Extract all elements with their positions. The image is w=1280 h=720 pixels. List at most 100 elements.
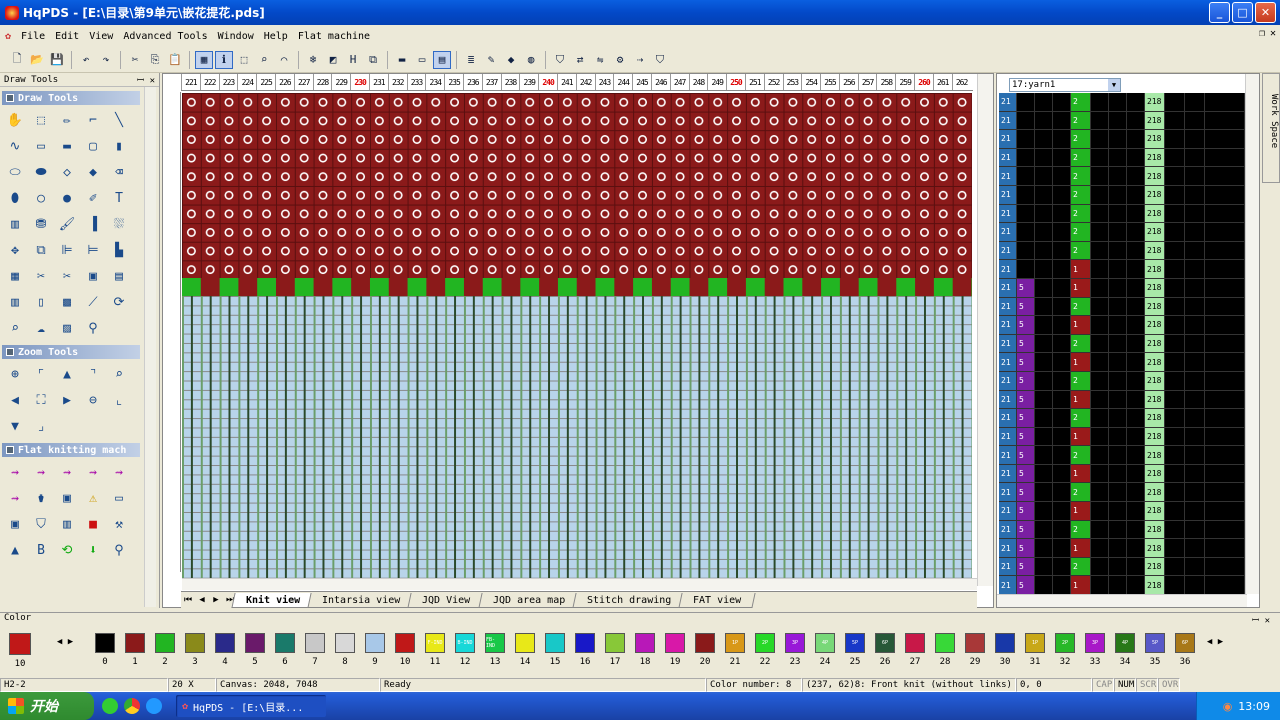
yarn-cell[interactable] [1127, 390, 1145, 410]
yarn-cell[interactable] [1035, 278, 1053, 298]
yarn-cell[interactable] [1053, 185, 1071, 205]
yarn-cell[interactable] [1035, 185, 1053, 205]
yarn-cell[interactable] [1185, 427, 1205, 447]
yarn-cell[interactable] [1185, 390, 1205, 410]
yarn-cell[interactable] [1035, 483, 1053, 503]
arrow-up-icon[interactable]: ▲ [54, 361, 80, 387]
yarn-cell[interactable] [1053, 334, 1071, 354]
yarn-cell[interactable] [1053, 111, 1071, 131]
yarn-cell[interactable]: 21 [999, 167, 1017, 186]
tab-jqd-area-map[interactable]: JQD area map [478, 592, 580, 608]
yarn-cell[interactable] [1109, 111, 1127, 131]
yarn-cell[interactable] [1205, 278, 1245, 298]
yarn-cell[interactable] [1035, 446, 1053, 465]
yarn-cell[interactable] [1127, 427, 1145, 447]
yarn-cell[interactable] [1035, 334, 1053, 354]
yarn-cell[interactable] [1165, 446, 1185, 465]
align-center-icon[interactable]: ⊨ [80, 237, 106, 263]
color-swatch[interactable]: 0 [90, 633, 120, 669]
yarn-cell[interactable]: 5 [1017, 502, 1035, 521]
yarn-cell[interactable] [1165, 502, 1185, 521]
rect-fill-icon[interactable]: ▬ [54, 133, 80, 159]
yarn-cell[interactable] [1165, 148, 1185, 168]
color-swatch[interactable]: B-IND 12 [450, 633, 480, 669]
line-icon[interactable]: ╲ [106, 107, 132, 133]
yarn-cell[interactable] [1053, 204, 1071, 224]
knit-tool-1-icon[interactable]: ⇝ [2, 459, 28, 485]
yarn-cell[interactable] [1165, 334, 1185, 354]
yarn-cell[interactable] [1053, 148, 1071, 168]
yarn-cell[interactable]: 218 [1145, 148, 1165, 168]
yarn-cell[interactable] [1165, 539, 1185, 558]
yarn-cell[interactable] [1127, 576, 1145, 596]
yarn-cell[interactable] [1205, 148, 1245, 168]
needle-icon[interactable]: ⚒ [106, 511, 132, 537]
color-scroll-left-icon[interactable]: ◀ ▶ [40, 633, 90, 669]
yarn-cell[interactable] [1127, 204, 1145, 224]
zoom-out-icon[interactable]: ⊖ [80, 387, 106, 413]
yarn-cell[interactable] [1127, 539, 1145, 558]
yarn-cell[interactable] [1127, 185, 1145, 205]
yarn-cell[interactable] [1165, 167, 1185, 186]
yarn-cell[interactable] [1035, 464, 1053, 484]
yarn-cell[interactable] [1205, 427, 1245, 447]
arrow-left-icon[interactable]: ◀ [2, 387, 28, 413]
yarn-cell[interactable]: 2 [1071, 446, 1091, 465]
yarn-cell[interactable]: 218 [1145, 278, 1165, 298]
color-scroll-right-icon[interactable]: ◀ ▶ [1200, 633, 1230, 669]
yarn-cell[interactable] [1109, 278, 1127, 298]
yarn-cell[interactable] [1185, 353, 1205, 372]
yarn-cell[interactable]: 218 [1145, 371, 1165, 391]
yarn-cell[interactable]: 218 [1145, 520, 1165, 540]
yarn-cell[interactable] [1127, 502, 1145, 521]
arrow-right-icon[interactable]: ▶ [54, 387, 80, 413]
chart-icon[interactable]: ▙ [106, 237, 132, 263]
yarn-cell[interactable] [1165, 260, 1185, 279]
ellipse-fill-icon[interactable]: ⬬ [28, 159, 54, 185]
chevron-down-icon[interactable]: ▼ [1108, 79, 1120, 91]
chrome-icon[interactable] [124, 698, 140, 714]
round-rect-fill-icon[interactable]: ▮ [106, 133, 132, 159]
corner-tl-icon[interactable]: ⌜ [28, 361, 54, 387]
yarn-cell[interactable] [1127, 557, 1145, 577]
stitch-grid[interactable] [182, 93, 972, 578]
yarn-cell[interactable] [1185, 464, 1205, 484]
yarn-cell[interactable] [1035, 260, 1053, 279]
yarn-cell[interactable]: 21 [999, 278, 1017, 298]
panel-pin-close-icon[interactable]: ꟷ ✕ [137, 73, 155, 86]
yarn-cell[interactable] [1091, 427, 1109, 447]
yarn-cell[interactable] [1185, 539, 1205, 558]
yarn-cell[interactable]: 21 [999, 427, 1017, 447]
yarn-cell[interactable]: 2 [1071, 167, 1091, 186]
menu-view[interactable]: View [84, 31, 118, 42]
yarn-cell[interactable] [1053, 576, 1071, 596]
yarn-cell[interactable] [1205, 316, 1245, 335]
yarn-cell[interactable] [1205, 241, 1245, 261]
undo-icon[interactable]: ↶ [77, 51, 95, 69]
yarn-cell[interactable] [1035, 390, 1053, 410]
yarn-cell[interactable] [1053, 446, 1071, 465]
curve-icon[interactable]: ⌒ [275, 51, 293, 69]
color-swatch[interactable]: 6P 26 [870, 633, 900, 669]
yarn-cell[interactable] [1109, 409, 1127, 428]
yarn-cell[interactable] [1205, 446, 1245, 465]
desktop-icon[interactable] [102, 698, 118, 714]
yarn-cell[interactable]: 218 [1145, 111, 1165, 131]
yarn-cell[interactable]: 21 [999, 223, 1017, 242]
color-swatch[interactable]: 5P 35 [1140, 633, 1170, 669]
yarn-cell[interactable] [1053, 502, 1071, 521]
yarn-cell[interactable] [1205, 204, 1245, 224]
warning-icon[interactable]: ⚠ [80, 485, 106, 511]
yarn-cell[interactable]: 2 [1071, 371, 1091, 391]
color-swatch[interactable]: 1P 21 [720, 633, 750, 669]
yarn-cell[interactable]: 2 [1071, 334, 1091, 354]
yarn-cell[interactable] [1205, 502, 1245, 521]
yarn-cell[interactable] [1109, 167, 1127, 186]
color-swatch[interactable]: 15 [540, 633, 570, 669]
menu-flat-machine[interactable]: Flat machine [293, 31, 375, 42]
color-swatch[interactable]: 9 [360, 633, 390, 669]
color-swatch[interactable]: 7 [300, 633, 330, 669]
yarn-cell[interactable]: 5 [1017, 297, 1035, 317]
yarn-cell[interactable] [1205, 520, 1245, 540]
yarn-cell[interactable] [1127, 93, 1145, 112]
